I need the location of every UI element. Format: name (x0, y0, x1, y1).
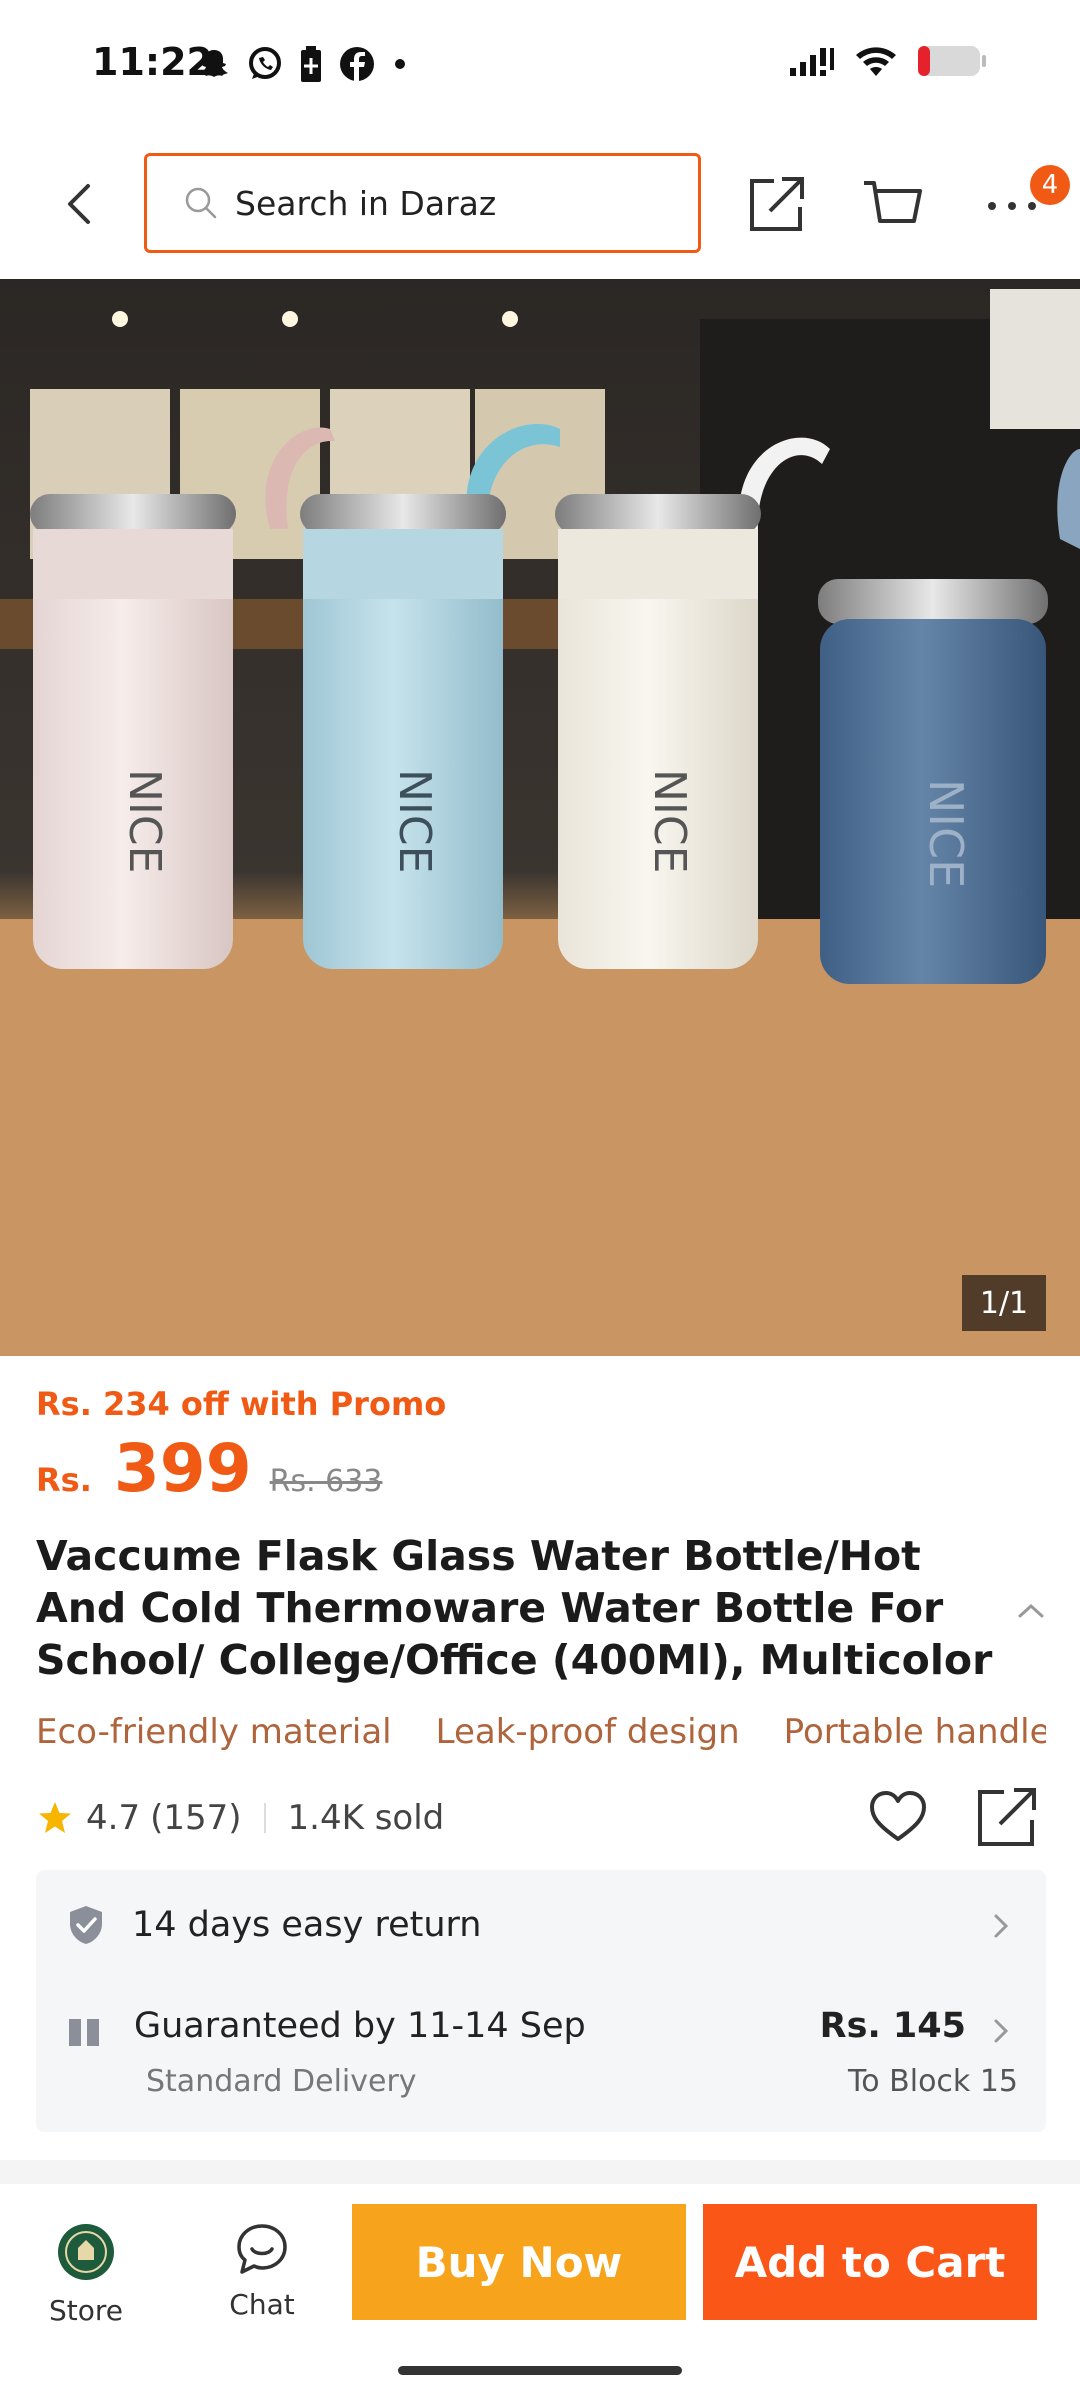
chat-label: Chat (229, 2288, 295, 2321)
price-currency: Rs. (36, 1461, 92, 1499)
return-policy-text: 14 days easy return (132, 1905, 482, 1945)
cart-count-badge: 4 (1030, 165, 1070, 205)
chevron-right-icon (994, 2019, 1009, 2043)
delivery-guarantee: Guaranteed by 11-14 Sep (134, 2006, 586, 2046)
section-divider (0, 2160, 1080, 2184)
shield-check-icon (70, 1906, 102, 1944)
feature-tag: Portable handle (783, 1712, 1046, 1752)
price-current: 399 (113, 1430, 252, 1507)
dot-icon (395, 59, 405, 69)
svg-text:NICE: NICE (119, 769, 170, 873)
rating-divider (263, 1803, 266, 1833)
rating-row[interactable]: 4.7 (157) 1.4K sold (36, 1798, 444, 1838)
cart-icon[interactable] (862, 175, 924, 233)
share-product-icon[interactable] (976, 1786, 1038, 1848)
sold-count: 1.4K sold (287, 1798, 445, 1838)
signal-icon (790, 48, 834, 76)
svg-text:NICE: NICE (919, 779, 973, 888)
store-label: Store (48, 2294, 123, 2327)
delivery-box-icon (69, 2019, 99, 2046)
snapchat-icon (200, 50, 228, 77)
chevron-up-icon[interactable] (1016, 1600, 1046, 1620)
add-to-cart-button[interactable]: Add to Cart (703, 2204, 1037, 2320)
review-count: (157) (150, 1798, 242, 1838)
home-indicator[interactable] (398, 2366, 682, 2375)
return-policy-row[interactable]: 14 days easy return (36, 1870, 1046, 1980)
whatsapp-icon (249, 47, 281, 79)
svg-text:NICE: NICE (389, 769, 440, 873)
feature-tag: Leak-proof design (435, 1712, 740, 1752)
wifi-icon (856, 47, 896, 76)
feature-tags: Eco-friendly material Leak-proof design … (36, 1712, 1046, 1752)
image-counter: 1/1 (962, 1275, 1046, 1331)
chat-button[interactable]: Chat (212, 2222, 312, 2321)
delivery-fee: Rs. 145 (819, 2006, 966, 2046)
price-original: Rs. 633 (269, 1464, 383, 1499)
share-icon[interactable] (748, 175, 806, 233)
battery-icon (918, 46, 986, 76)
svg-text:NICE: NICE (644, 769, 695, 873)
status-notification-icons (196, 44, 410, 84)
buy-now-button[interactable]: Buy Now (352, 2204, 686, 2320)
promo-text: Rs. 234 off with Promo (36, 1385, 447, 1423)
status-system-icons (788, 44, 988, 78)
search-input[interactable]: Search in Daraz (144, 153, 701, 253)
chat-icon (237, 2224, 287, 2274)
delivery-type: Standard Delivery (146, 2064, 417, 2099)
feature-tag: Eco-friendly material (36, 1712, 392, 1752)
delivery-row[interactable]: Guaranteed by 11-14 Sep Standard Deliver… (36, 1990, 1046, 2120)
search-placeholder: Search in Daraz (235, 183, 497, 223)
star-icon (39, 1802, 71, 1833)
search-icon (185, 187, 217, 219)
facebook-icon (340, 47, 374, 81)
delivery-location: To Block 15 (848, 2064, 1018, 2099)
product-photo: NICE NICE NICE NICE (0, 279, 1080, 1356)
product-image[interactable]: NICE NICE NICE NICE (0, 279, 1080, 1356)
price-row: Rs. 399 Rs. 633 (36, 1430, 382, 1507)
store-button[interactable]: Store (36, 2222, 136, 2327)
chevron-right-icon (994, 1914, 1009, 1938)
back-arrow-icon[interactable] (56, 178, 108, 230)
wishlist-heart-icon[interactable] (868, 1789, 928, 1845)
product-title: Vaccume Flask Glass Water Bottle/Hot And… (36, 1532, 993, 1684)
store-logo-icon (58, 2224, 114, 2280)
status-time: 11:22 (92, 40, 213, 84)
rating-value: 4.7 (86, 1798, 141, 1838)
battery-saver-icon (301, 46, 321, 82)
